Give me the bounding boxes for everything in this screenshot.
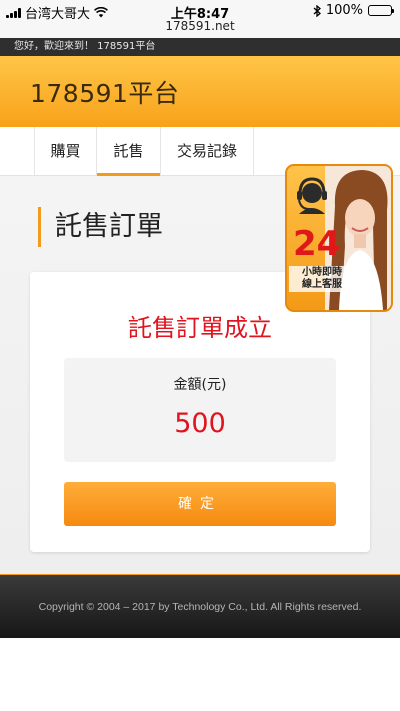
page-title: 託售訂單 (38, 207, 163, 247)
cs-caption-line2: 線上客服 (302, 279, 342, 290)
order-card: 託售訂單成立 金額(元) 500 確定 (30, 272, 370, 552)
nav-transaction-history[interactable]: 交易記錄 (160, 127, 254, 175)
success-message: 託售訂單成立 (128, 314, 272, 342)
battery-icon (368, 5, 394, 16)
copyright-text: Copyright © 2004 – 2017 by Technology Co… (38, 601, 362, 613)
welcome-bar: 您好，歡迎來到！ 178591平台 (0, 38, 400, 56)
nav-consign-label: 託售 (113, 142, 144, 160)
site-header: 178591平台 (0, 56, 400, 127)
amount-panel: 金額(元) 500 (64, 358, 336, 462)
headset-icon (297, 177, 327, 214)
nav-consign[interactable]: 託售 (96, 127, 160, 176)
confirm-button[interactable]: 確定 (64, 482, 336, 526)
cs-hours-number: 24 (293, 224, 341, 264)
cs-caption-line1: 小時即時 (302, 267, 342, 278)
site-logo[interactable]: 178591平台 (30, 74, 179, 110)
bluetooth-icon (313, 4, 321, 17)
footer: Copyright © 2004 – 2017 by Technology Co… (0, 574, 400, 638)
nav-buy[interactable]: 購買 (34, 127, 96, 175)
amount-value: 500 (174, 408, 226, 439)
battery-percent: 100% (325, 3, 363, 18)
cs-caption: 小時即時 線上客服 (289, 266, 355, 292)
customer-service-widget[interactable]: 24 小時即時 線上客服 (285, 164, 393, 312)
status-bar: 台湾大哥大 上午8:47 100% 178591.net (0, 0, 400, 38)
url-bar[interactable]: 178591.net (0, 19, 400, 33)
amount-label: 金額(元) (173, 377, 227, 393)
